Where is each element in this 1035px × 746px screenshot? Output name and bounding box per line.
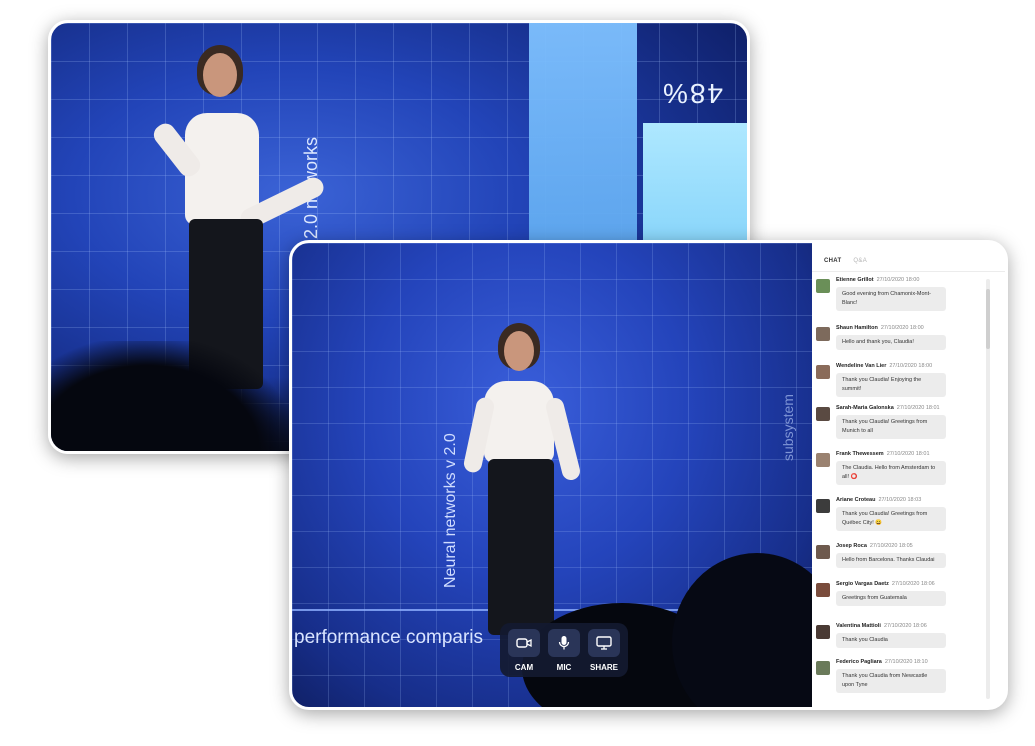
chat-panel: CHAT Q&A Etienne Grillot 27/10/2020 18:00… [812,243,1005,707]
chat-author-name: Josep Roca [836,543,867,549]
chat-message-bubble: Hello and thank you, Claudia! [836,335,946,350]
avatar [816,583,830,597]
chat-timestamp: 27/10/2020 18:10 [884,659,928,665]
chat-timestamp: 27/10/2020 18:06 [891,581,935,587]
avatar [816,545,830,559]
chat-author-name: Frank Thewessem [836,451,884,457]
projected-bar [529,23,637,253]
chat-timestamp: 27/10/2020 18:00 [889,363,933,369]
chat-message-meta: Josep Roca 27/10/2020 18:05 [836,543,913,549]
projected-side-text: subsystem [780,394,796,461]
webinar-window: Neural networks v 2.0 subsystem performa… [289,240,1008,710]
scrollbar-thumb[interactable] [986,289,990,349]
chat-tabs: CHAT Q&A [812,243,1005,272]
chat-timestamp: 27/10/2020 18:01 [886,451,930,457]
media-controls: CAM MIC SHARE [500,623,628,677]
chat-timestamp: 27/10/2020 18:00 [880,325,924,331]
chat-author-name: Sarah-Maria Galonska [836,405,894,411]
camera-icon [508,628,540,657]
chat-author-name: Ariane Croteau [836,497,876,503]
cam-label: CAM [514,662,534,672]
share-label: SHARE [589,662,618,672]
projected-vertical-text: Neural networks v 2.0 [442,433,459,588]
projected-bottom-text: performance comparis [294,627,484,648]
tab-qa[interactable]: Q&A [847,258,873,271]
chat-message-bubble: The Claudia. Hello from Amsterdam to all… [836,461,946,485]
chat-message-bubble: Greetings from Guatemala [836,591,946,606]
audience-silhouette [51,341,291,451]
cam-button[interactable]: CAM [505,628,543,672]
screen-share-icon [588,628,620,657]
chat-message-meta: Valentina Mattioli 27/10/2020 18:06 [836,623,927,629]
avatar [816,407,830,421]
chat-timestamp: 27/10/2020 18:00 [876,277,920,283]
chat-message-bubble: Thank you Claudia! Greetings from Munich… [836,415,946,439]
chat-author-name: Wendeline Van Lier [836,363,887,369]
avatar [816,661,830,675]
chat-message-meta: Federico Pagliara 27/10/2020 18:10 [836,659,928,665]
chat-author-name: Valentina Mattioli [836,623,881,629]
chat-message-bubble: Thank you Claudia! Greetings from Québec… [836,507,946,531]
avatar [816,279,830,293]
chat-timestamp: 27/10/2020 18:06 [883,623,927,629]
microphone-icon [548,628,580,657]
chat-message-meta: Sarah-Maria Galonska 27/10/2020 18:01 [836,405,940,411]
mic-label: MIC [556,662,572,672]
avatar [816,327,830,341]
chat-message-bubble: Good evening from Chamonix-Mont-Blanc! [836,287,946,311]
chat-message-meta: Wendeline Van Lier 27/10/2020 18:00 [836,363,932,369]
chat-timestamp: 27/10/2020 18:03 [878,497,922,503]
avatar [816,365,830,379]
projected-percent-text: 48% [661,78,724,109]
chat-timestamp: 27/10/2020 18:01 [896,405,940,411]
chat-author-name: Sergio Vargas Daetz [836,581,889,587]
chat-message-bubble: Thank you Claudia from Newcastle upon Ty… [836,669,946,693]
chat-message-meta: Shaun Hamilton 27/10/2020 18:00 [836,325,924,331]
chat-message-meta: Ariane Croteau 27/10/2020 18:03 [836,497,921,503]
live-video[interactable]: Neural networks v 2.0 subsystem performa… [292,243,812,707]
chat-message-bubble: Thank you Claudia! Enjoying the summit! [836,373,946,397]
projected-bar [643,123,747,253]
chat-author-name: Federico Pagliara [836,659,882,665]
avatar [816,499,830,513]
avatar [816,453,830,467]
chat-scrollbar[interactable] [986,279,990,699]
mic-button[interactable]: MIC [545,628,583,672]
tab-chat[interactable]: CHAT [818,258,847,271]
share-button[interactable]: SHARE [585,628,623,672]
chat-message-meta: Frank Thewessem 27/10/2020 18:01 [836,451,930,457]
avatar [816,625,830,639]
chat-message-bubble: Thank you Claudia [836,633,946,648]
chat-message-meta: Etienne Grillot 27/10/2020 18:00 [836,277,919,283]
presenter [462,323,608,643]
chat-author-name: Etienne Grillot [836,277,874,283]
chat-timestamp: 27/10/2020 18:05 [869,543,913,549]
chat-message-meta: Sergio Vargas Daetz 27/10/2020 18:06 [836,581,935,587]
chat-message-bubble: Hello from Barcelona. Thanks Claudai [836,553,946,568]
chat-author-name: Shaun Hamilton [836,325,878,331]
